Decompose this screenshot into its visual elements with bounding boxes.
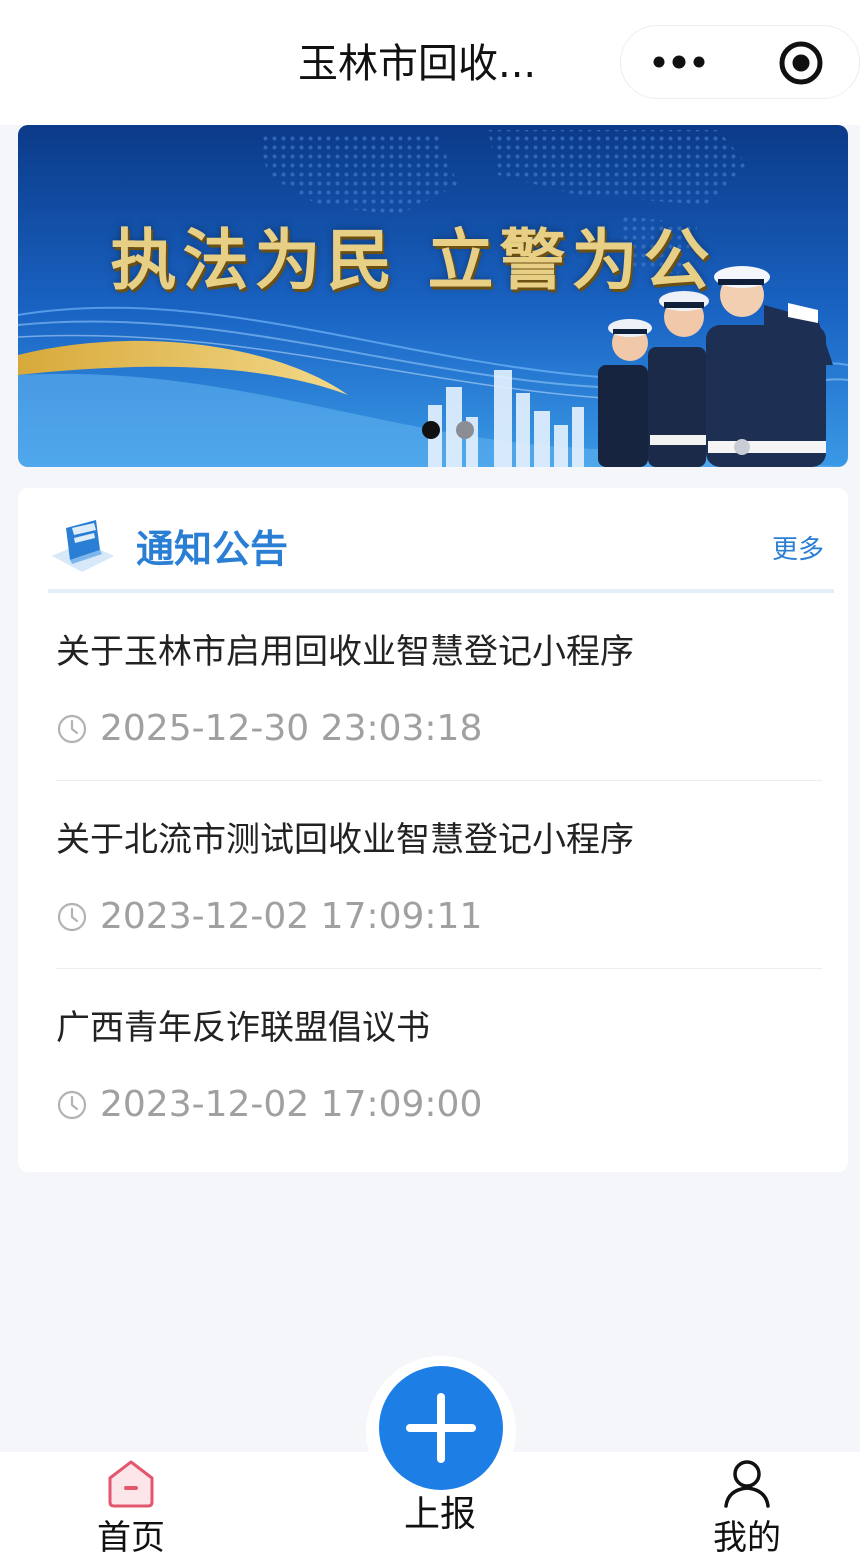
tab-home-label: 首页 [97,1518,165,1555]
notice-item-title: 广西青年反诈联盟倡议书 [56,1008,430,1048]
notice-item[interactable]: 关于北流市测试回收业智慧登记小程序 2023-12-02 17:09:11 [56,781,822,969]
notice-timestamp: 2025-12-30 23:03:18 [100,708,483,749]
notice-header: 通知公告 更多 [18,488,848,593]
home-icon [108,1460,154,1508]
notice-timestamp: 2023-12-02 17:09:11 [100,896,483,937]
app-page: 玉林市回收... 执法为民 立警为公 通知公告 更多 关于玉林市启用回收业智慧登… [0,0,860,1555]
tab-home[interactable]: 首页 [76,1452,186,1555]
notice-item-time: 2023-12-02 17:09:00 [56,1085,482,1125]
carousel-indicator [422,421,474,439]
notice-book-icon [52,520,114,572]
user-icon [724,1460,770,1508]
notice-timestamp: 2023-12-02 17:09:00 [100,1084,483,1125]
notice-item[interactable]: 关于玉林市启用回收业智慧登记小程序 2025-12-30 23:03:18 [56,593,822,781]
clock-icon [57,714,87,744]
notice-item[interactable]: 广西青年反诈联盟倡议书 2023-12-02 17:09:00 [56,969,822,1157]
notice-list: 关于玉林市启用回收业智慧登记小程序 2025-12-30 23:03:18 关于… [56,593,822,1157]
clock-icon [57,1090,87,1120]
target-circle-icon[interactable] [778,40,824,86]
carousel-dot-active[interactable] [422,421,440,439]
banner-slogan: 执法为民 立警为公 [110,221,716,299]
notice-item-time: 2023-12-02 17:09:11 [56,897,482,937]
notice-card: 通知公告 更多 关于玉林市启用回收业智慧登记小程序 2025-12-30 23:… [18,488,848,1172]
notice-item-title: 关于玉林市启用回收业智慧登记小程序 [56,632,634,672]
notice-title: 通知公告 [136,527,289,571]
tab-mine-label: 我的 [713,1518,781,1555]
plus-icon [406,1393,476,1463]
notice-more-link[interactable]: 更多 [772,532,824,568]
notice-item-title: 关于北流市测试回收业智慧登记小程序 [56,820,634,860]
nav-bar: 玉林市回收... [0,0,860,125]
notice-item-time: 2025-12-30 23:03:18 [56,709,482,749]
clock-icon [57,902,87,932]
page-title: 玉林市回收... [298,41,537,87]
report-label: 上报 [403,1494,476,1535]
banner-carousel[interactable]: 执法为民 立警为公 [18,125,848,467]
report-button[interactable] [379,1366,503,1490]
tab-mine[interactable]: 我的 [692,1452,802,1555]
more-dots-icon[interactable] [652,52,706,72]
carousel-dot[interactable] [456,421,474,439]
